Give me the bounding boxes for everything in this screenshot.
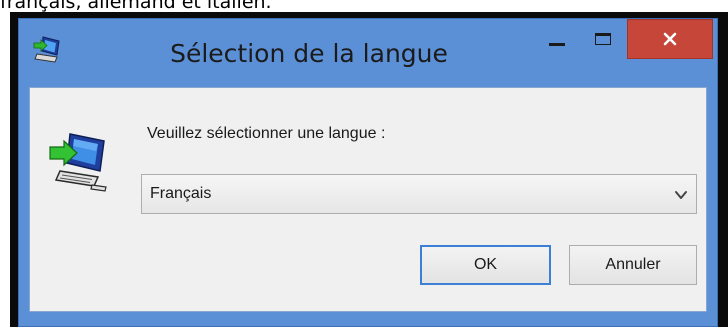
page: français, allemand et italien. Sélection…: [0, 0, 728, 327]
dialog-client-area: Veuillez sélectionner une langue : Franç…: [29, 87, 707, 312]
maximize-icon: [595, 33, 611, 45]
computer-arrow-icon: [33, 36, 60, 63]
dialog-title: Sélection de la langue: [170, 39, 448, 68]
title-bar[interactable]: Sélection de la langue: [19, 19, 717, 87]
language-prompt-label: Veuillez sélectionner une langue :: [147, 125, 386, 142]
ok-button[interactable]: OK: [420, 245, 551, 285]
language-select-value: Français: [150, 185, 212, 202]
minimize-button[interactable]: [535, 19, 579, 59]
language-select[interactable]: Français: [141, 174, 697, 214]
cancel-button[interactable]: Annuler: [569, 245, 697, 285]
chevron-down-icon: [675, 191, 687, 199]
maximize-button[interactable]: [581, 19, 625, 59]
language-dialog-window: Sélection de la langue Veuillez sélectio…: [18, 18, 718, 327]
close-button[interactable]: [627, 19, 713, 59]
computer-arrow-icon: [49, 133, 107, 192]
minimize-icon: [549, 42, 565, 46]
close-icon: [663, 32, 677, 46]
